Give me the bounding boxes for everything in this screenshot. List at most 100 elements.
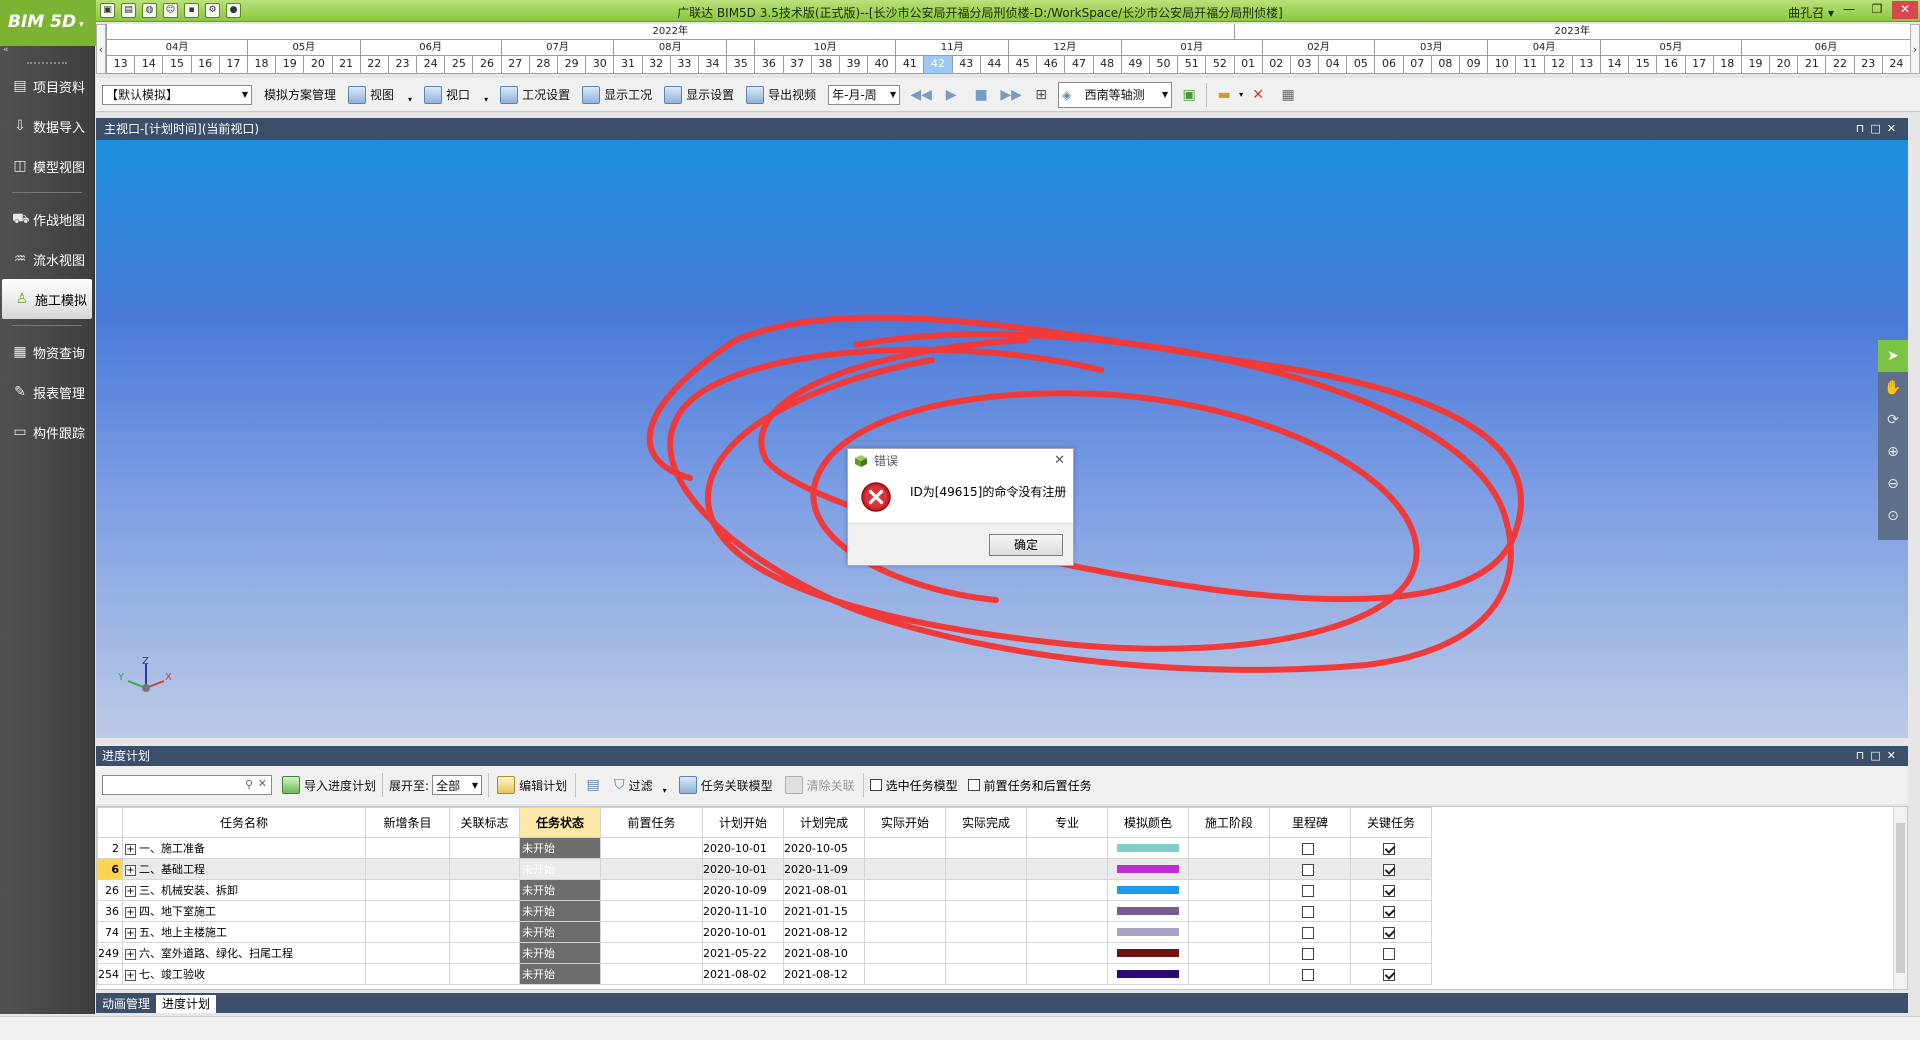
chart-icon[interactable]: ▤ bbox=[582, 774, 604, 796]
panel-tab-1[interactable]: 进度计划 bbox=[156, 995, 217, 1013]
critical-checkbox[interactable] bbox=[1383, 968, 1395, 981]
column-header[interactable]: 关联标志 bbox=[449, 807, 520, 838]
orbit-icon[interactable]: ⟳ bbox=[1878, 404, 1908, 436]
task-name-cell[interactable]: + 三、机械安装、拆卸 bbox=[122, 879, 366, 901]
critical-cell[interactable] bbox=[1350, 837, 1432, 859]
column-header[interactable]: 实际完成 bbox=[945, 807, 1027, 838]
table-row[interactable]: 2 + 一、施工准备 未开始 2020-10-01 2020-10-05 bbox=[97, 837, 1432, 859]
table-row[interactable]: 74 + 五、地上主楼施工 未开始 2020-10-01 2021-08-12 bbox=[97, 921, 1432, 943]
critical-cell[interactable] bbox=[1350, 879, 1432, 901]
close-icon[interactable]: ✕ bbox=[1054, 449, 1065, 473]
open-project-icon[interactable]: ▤ bbox=[121, 3, 136, 18]
column-header[interactable]: 计划开始 bbox=[702, 807, 784, 838]
table-row[interactable]: 6 + 二、基础工程 未开始 2020-10-01 2020-11-09 bbox=[97, 858, 1432, 880]
zoom-out-icon[interactable]: ⊖ bbox=[1878, 468, 1908, 500]
sim-color-cell[interactable] bbox=[1107, 900, 1189, 922]
fast-forward-icon[interactable]: ▶▶ bbox=[1000, 84, 1022, 106]
new-project-icon[interactable]: ▣ bbox=[100, 3, 115, 18]
critical-checkbox[interactable] bbox=[1383, 905, 1395, 918]
maximize-button[interactable]: ❐ bbox=[1864, 1, 1890, 19]
sidebar-item-5[interactable]: ♙ 施工模拟 bbox=[2, 279, 92, 319]
task-name-cell[interactable]: + 六、室外道路、绿化、扫尾工程 bbox=[122, 942, 366, 964]
collapse-sidebar-icon[interactable]: « bbox=[0, 46, 94, 56]
expand-select[interactable]: 全部 ▼ bbox=[432, 775, 483, 795]
milestone-checkbox[interactable] bbox=[1302, 842, 1314, 855]
expand-icon[interactable]: + bbox=[125, 969, 136, 981]
expand-icon[interactable]: + bbox=[125, 864, 136, 876]
panel-tab-0[interactable]: 动画管理 bbox=[96, 995, 156, 1013]
column-header[interactable]: 任务状态 bbox=[519, 807, 601, 838]
milestone-cell[interactable] bbox=[1269, 963, 1351, 985]
panel-controls[interactable]: ⊓□✕ bbox=[1856, 746, 1902, 766]
timeline-scroll-right-icon[interactable]: › bbox=[1910, 24, 1920, 74]
column-header[interactable] bbox=[97, 807, 123, 838]
rewind-icon[interactable]: ◀◀ bbox=[910, 84, 932, 106]
sidebar-item-7[interactable]: ✎ 报表管理 bbox=[0, 372, 94, 412]
critical-checkbox[interactable] bbox=[1383, 842, 1395, 855]
filter-button[interactable]: ⛉ 过滤 ▾ bbox=[608, 772, 673, 798]
column-header[interactable]: 关键任务 bbox=[1350, 807, 1432, 838]
critical-cell[interactable] bbox=[1350, 963, 1432, 985]
critical-cell[interactable] bbox=[1350, 921, 1432, 943]
edit-schedule-button[interactable]: 编辑计划 bbox=[491, 772, 573, 798]
task-search-input[interactable]: ⚲ ✕ bbox=[102, 775, 272, 795]
clear-measure-icon[interactable]: ✕ bbox=[1247, 84, 1269, 106]
milestone-cell[interactable] bbox=[1269, 858, 1351, 880]
stop-icon[interactable]: ■ bbox=[970, 84, 992, 106]
sidebar-item-3[interactable]: ⛟ 作战地图 bbox=[0, 199, 94, 239]
export-video-button[interactable]: 导出视频 bbox=[740, 82, 822, 108]
milestone-cell[interactable] bbox=[1269, 921, 1351, 943]
app-logo[interactable]: BIM 5D ▾ bbox=[0, 0, 96, 46]
panel-controls[interactable]: ⊓□✕ bbox=[1856, 118, 1902, 140]
screenshot-icon[interactable]: ▣ bbox=[1178, 84, 1200, 106]
sim-color-cell[interactable] bbox=[1107, 858, 1189, 880]
expand-icon[interactable]: + bbox=[125, 906, 136, 918]
users-icon[interactable]: ☺ bbox=[163, 3, 178, 18]
import-schedule-button[interactable]: 导入进度计划 bbox=[278, 772, 380, 798]
critical-checkbox[interactable] bbox=[1383, 947, 1395, 960]
column-header[interactable]: 前置任务 bbox=[600, 807, 703, 838]
column-header[interactable]: 任务名称 bbox=[122, 807, 366, 838]
ok-button[interactable]: 确定 bbox=[989, 534, 1063, 556]
timeline-scroll-left-icon[interactable]: ‹ bbox=[96, 24, 106, 74]
vertical-scrollbar[interactable] bbox=[1893, 807, 1907, 989]
sim-color-cell[interactable] bbox=[1107, 963, 1189, 985]
column-header[interactable]: 计划完成 bbox=[783, 807, 865, 838]
pan-hand-icon[interactable]: ✋ bbox=[1878, 372, 1908, 404]
zoom-extent-icon[interactable]: ⊙ bbox=[1878, 500, 1908, 532]
scrollbar-thumb[interactable] bbox=[1896, 823, 1905, 973]
viewport-button[interactable]: 视口 ▾ bbox=[418, 82, 494, 108]
milestone-checkbox[interactable] bbox=[1302, 863, 1314, 876]
close-button[interactable]: ✕ bbox=[1892, 1, 1918, 19]
user-menu[interactable]: 曲孔召 ▾ bbox=[1788, 4, 1834, 21]
table-row[interactable]: 249 + 六、室外道路、绿化、扫尾工程 未开始 2021-05-22 2021-08-1… bbox=[97, 942, 1432, 964]
zoom-in-icon[interactable]: ⊕ bbox=[1878, 436, 1908, 468]
time-unit-select[interactable]: 年-月-周 ▼ bbox=[828, 84, 901, 105]
expand-icon[interactable]: + bbox=[125, 843, 136, 855]
view-direction-select[interactable]: ◈ 西南等轴测 ▼ bbox=[1058, 81, 1173, 108]
critical-checkbox[interactable] bbox=[1383, 863, 1395, 876]
minimize-button[interactable]: — bbox=[1836, 1, 1862, 19]
measure-icon[interactable]: ▬ bbox=[1213, 84, 1235, 106]
sidebar-item-6[interactable]: ▦ 物资查询 bbox=[0, 332, 94, 372]
selected-task-model-checkbox[interactable]: 选中任务模型 bbox=[869, 777, 958, 794]
milestone-checkbox[interactable] bbox=[1302, 905, 1314, 918]
table-row[interactable]: 254 + 七、竣工验收 未开始 2021-08-02 2021-08-12 bbox=[97, 963, 1432, 985]
network-icon[interactable]: ⊞ bbox=[1030, 84, 1052, 106]
task-name-cell[interactable]: + 二、基础工程 bbox=[122, 858, 366, 880]
task-name-cell[interactable]: + 一、施工准备 bbox=[122, 837, 366, 859]
condition-settings-button[interactable]: 工况设置 bbox=[494, 82, 576, 108]
milestone-cell[interactable] bbox=[1269, 879, 1351, 901]
save-icon[interactable]: ▪ bbox=[184, 3, 199, 18]
table-row[interactable]: 26 + 三、机械安装、拆卸 未开始 2020-10-09 2021-08-01 bbox=[97, 879, 1432, 901]
grid-icon[interactable]: ▦ bbox=[1277, 84, 1299, 106]
column-header[interactable]: 模拟颜色 bbox=[1107, 807, 1189, 838]
display-settings-button[interactable]: 显示设置 bbox=[658, 82, 740, 108]
column-header[interactable]: 实际开始 bbox=[864, 807, 946, 838]
play-icon[interactable]: ▶ bbox=[940, 84, 962, 106]
pre-post-task-checkbox[interactable]: 前置任务和后置任务 bbox=[967, 777, 1092, 794]
milestone-checkbox[interactable] bbox=[1302, 947, 1314, 960]
record-icon[interactable]: ● bbox=[226, 3, 241, 18]
critical-checkbox[interactable] bbox=[1383, 884, 1395, 897]
link-model-button[interactable]: 任务关联模型 bbox=[673, 772, 779, 798]
